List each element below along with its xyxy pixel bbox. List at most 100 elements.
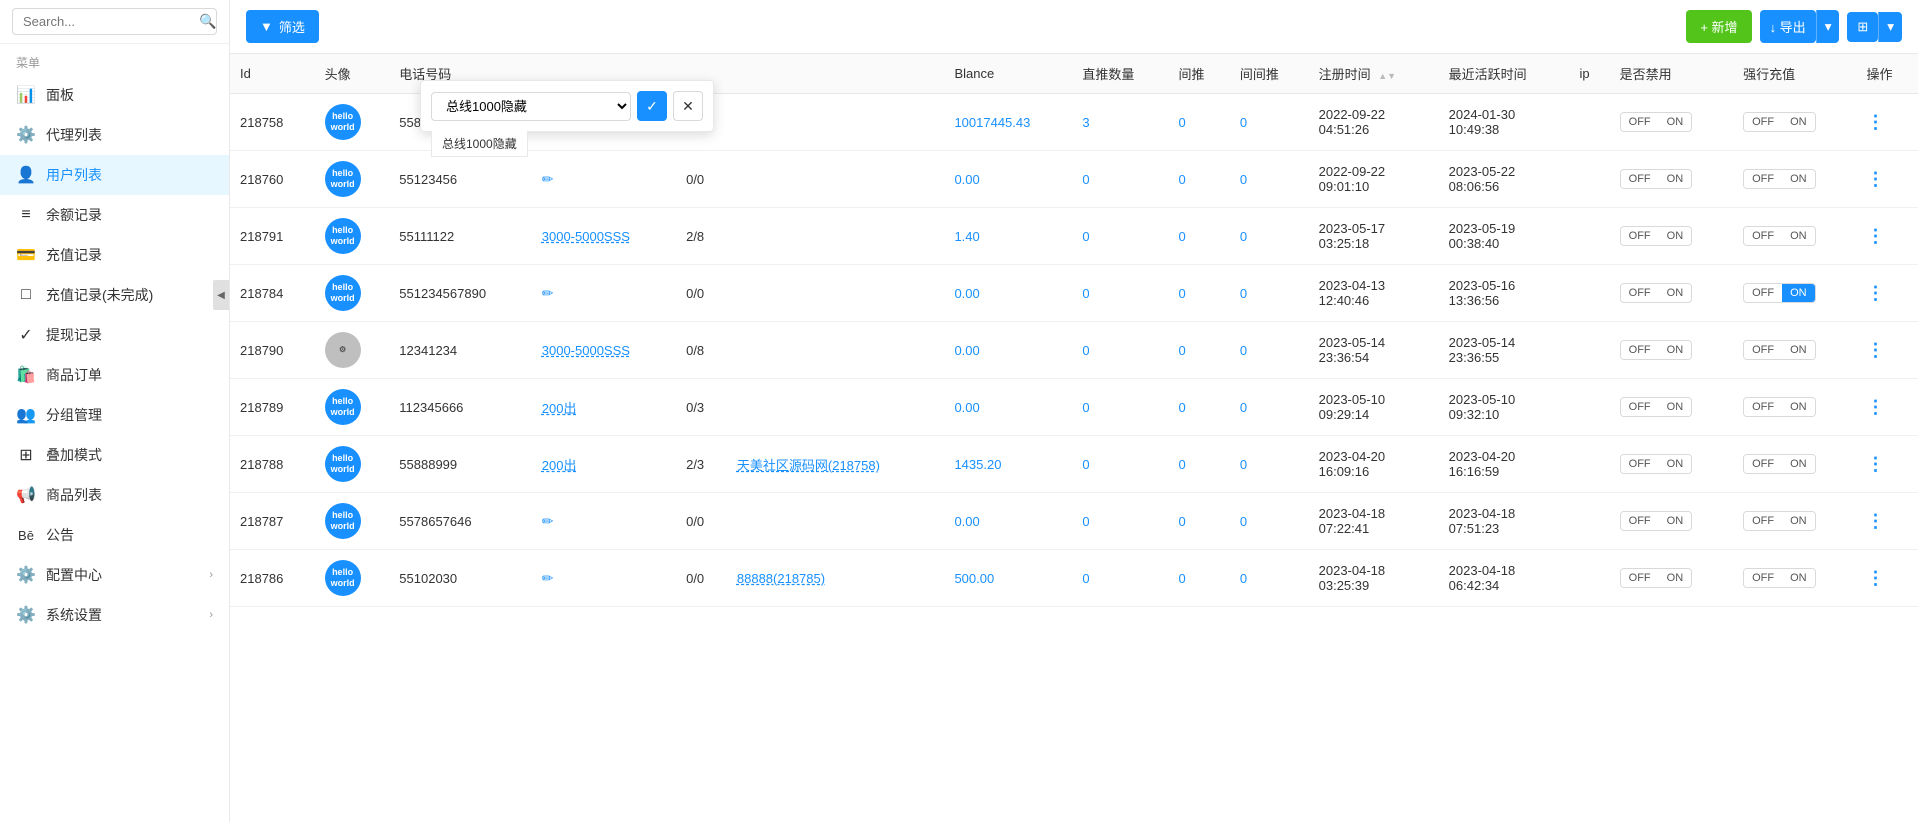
pencil-icon[interactable]: ✏ bbox=[542, 570, 554, 586]
group-link[interactable]: 200出 bbox=[542, 401, 577, 416]
filter-button[interactable]: ▼ 筛选 bbox=[246, 10, 319, 43]
balance-link[interactable]: 0.00 bbox=[954, 400, 979, 415]
force-charge-off[interactable]: OFF bbox=[1744, 455, 1782, 473]
sidebar-item-balance-records[interactable]: ≡ 余额记录 bbox=[0, 195, 229, 235]
export-button[interactable]: ↓ 导出 bbox=[1760, 10, 1816, 43]
sidebar-item-announcement[interactable]: Bē 公告 bbox=[0, 515, 229, 555]
sidebar-item-dashboard[interactable]: 📊 面板 bbox=[0, 75, 229, 115]
more-actions-button[interactable]: ⋮ bbox=[1866, 283, 1884, 303]
banned-on[interactable]: ON bbox=[1659, 113, 1692, 131]
force-charge-toggle[interactable]: OFF ON bbox=[1743, 568, 1816, 588]
balance-link[interactable]: 1435.20 bbox=[954, 457, 1001, 472]
banned-off[interactable]: OFF bbox=[1621, 569, 1659, 587]
banned-toggle[interactable]: OFF ON bbox=[1620, 511, 1693, 531]
banned-off[interactable]: OFF bbox=[1621, 284, 1659, 302]
banned-on[interactable]: ON bbox=[1659, 341, 1692, 359]
banned-off[interactable]: OFF bbox=[1621, 341, 1659, 359]
agent-link[interactable]: 88888(218785) bbox=[737, 571, 825, 586]
force-charge-off[interactable]: OFF bbox=[1744, 512, 1782, 530]
banned-on[interactable]: ON bbox=[1659, 512, 1692, 530]
force-charge-on[interactable]: ON bbox=[1782, 398, 1815, 416]
banned-off[interactable]: OFF bbox=[1621, 455, 1659, 473]
force-charge-on[interactable]: ON bbox=[1782, 284, 1815, 302]
force-charge-on[interactable]: ON bbox=[1782, 113, 1815, 131]
force-charge-toggle[interactable]: OFF ON bbox=[1743, 283, 1816, 303]
force-charge-off[interactable]: OFF bbox=[1744, 398, 1782, 416]
more-actions-button[interactable]: ⋮ bbox=[1866, 340, 1884, 360]
force-charge-toggle[interactable]: OFF ON bbox=[1743, 397, 1816, 417]
force-charge-off[interactable]: OFF bbox=[1744, 341, 1782, 359]
banned-off[interactable]: OFF bbox=[1621, 170, 1659, 188]
banned-on[interactable]: ON bbox=[1659, 455, 1692, 473]
force-charge-off[interactable]: OFF bbox=[1744, 227, 1782, 245]
search-input[interactable] bbox=[23, 14, 199, 29]
popup-close-button[interactable]: ✕ bbox=[673, 91, 703, 121]
banned-toggle[interactable]: OFF ON bbox=[1620, 169, 1693, 189]
sidebar-item-product-orders[interactable]: 🛍️ 商品订单 bbox=[0, 355, 229, 395]
banned-off[interactable]: OFF bbox=[1621, 512, 1659, 530]
balance-link[interactable]: 10017445.43 bbox=[954, 115, 1030, 130]
export-dropdown-button[interactable]: ▾ bbox=[1816, 10, 1840, 43]
group-link[interactable]: 200出 bbox=[542, 458, 577, 473]
banned-on[interactable]: ON bbox=[1659, 170, 1692, 188]
balance-link[interactable]: 500.00 bbox=[954, 571, 994, 586]
more-actions-button[interactable]: ⋮ bbox=[1866, 568, 1884, 588]
force-charge-toggle[interactable]: OFF ON bbox=[1743, 112, 1816, 132]
force-charge-toggle[interactable]: OFF ON bbox=[1743, 454, 1816, 474]
add-button[interactable]: + 新增 bbox=[1686, 10, 1751, 43]
banned-on[interactable]: ON bbox=[1659, 398, 1692, 416]
banned-toggle[interactable]: OFF ON bbox=[1620, 112, 1693, 132]
col-register-time[interactable]: 注册时间 ▲▼ bbox=[1309, 54, 1439, 94]
banned-toggle[interactable]: OFF ON bbox=[1620, 568, 1693, 588]
banned-off[interactable]: OFF bbox=[1621, 227, 1659, 245]
sidebar-item-config-center[interactable]: ⚙️ 配置中心 › bbox=[0, 555, 229, 595]
balance-link[interactable]: 0.00 bbox=[954, 172, 979, 187]
banned-toggle[interactable]: OFF ON bbox=[1620, 340, 1693, 360]
banned-off[interactable]: OFF bbox=[1621, 398, 1659, 416]
banned-toggle[interactable]: OFF ON bbox=[1620, 397, 1693, 417]
force-charge-toggle[interactable]: OFF ON bbox=[1743, 511, 1816, 531]
force-charge-toggle[interactable]: OFF ON bbox=[1743, 169, 1816, 189]
force-charge-on[interactable]: ON bbox=[1782, 170, 1815, 188]
force-charge-on[interactable]: ON bbox=[1782, 227, 1815, 245]
force-charge-off[interactable]: OFF bbox=[1744, 113, 1782, 131]
agent-link[interactable]: 天美社区源码网(218758) bbox=[737, 458, 880, 473]
filter-select[interactable]: 总线1000隐藏 3000-5000SSS 200出 其他 bbox=[431, 92, 631, 121]
force-charge-off[interactable]: OFF bbox=[1744, 170, 1782, 188]
columns-dropdown-button[interactable]: ▾ bbox=[1878, 12, 1902, 42]
force-charge-off[interactable]: OFF bbox=[1744, 569, 1782, 587]
popup-confirm-button[interactable]: ✓ bbox=[637, 91, 667, 121]
more-actions-button[interactable]: ⋮ bbox=[1866, 169, 1884, 189]
group-link[interactable]: 3000-5000SSS bbox=[542, 343, 630, 358]
more-actions-button[interactable]: ⋮ bbox=[1866, 226, 1884, 246]
more-actions-button[interactable]: ⋮ bbox=[1866, 397, 1884, 417]
more-actions-button[interactable]: ⋮ bbox=[1866, 454, 1884, 474]
force-charge-on[interactable]: ON bbox=[1782, 341, 1815, 359]
balance-link[interactable]: 0.00 bbox=[954, 343, 979, 358]
sidebar-item-withdraw-records[interactable]: ✓ 提现记录 bbox=[0, 315, 229, 355]
pencil-icon[interactable]: ✏ bbox=[542, 513, 554, 529]
more-actions-button[interactable]: ⋮ bbox=[1866, 511, 1884, 531]
sidebar-item-overlay-mode[interactable]: ⊞ 叠加模式 bbox=[0, 435, 229, 475]
banned-toggle[interactable]: OFF ON bbox=[1620, 283, 1693, 303]
banned-toggle[interactable]: OFF ON bbox=[1620, 226, 1693, 246]
force-charge-off[interactable]: OFF bbox=[1744, 284, 1782, 302]
pencil-icon[interactable]: ✏ bbox=[542, 171, 554, 187]
sidebar-item-system-settings[interactable]: ⚙️ 系统设置 › bbox=[0, 595, 229, 635]
banned-on[interactable]: ON bbox=[1659, 569, 1692, 587]
pencil-icon[interactable]: ✏ bbox=[542, 285, 554, 301]
banned-on[interactable]: ON bbox=[1659, 284, 1692, 302]
balance-link[interactable]: 1.40 bbox=[954, 229, 979, 244]
sidebar-item-recharge-incomplete[interactable]: □ 充值记录(未完成) ◀ bbox=[0, 275, 229, 315]
banned-off[interactable]: OFF bbox=[1621, 113, 1659, 131]
sidebar-item-group-management[interactable]: 👥 分组管理 bbox=[0, 395, 229, 435]
balance-link[interactable]: 0.00 bbox=[954, 514, 979, 529]
banned-toggle[interactable]: OFF ON bbox=[1620, 454, 1693, 474]
force-charge-on[interactable]: ON bbox=[1782, 569, 1815, 587]
columns-button[interactable]: ⊞ bbox=[1847, 12, 1878, 42]
group-link[interactable]: 3000-5000SSS bbox=[542, 229, 630, 244]
more-actions-button[interactable]: ⋮ bbox=[1866, 112, 1884, 132]
sidebar-item-agent-list[interactable]: ⚙️ 代理列表 bbox=[0, 115, 229, 155]
sidebar-item-product-list[interactable]: 📢 商品列表 bbox=[0, 475, 229, 515]
banned-on[interactable]: ON bbox=[1659, 227, 1692, 245]
